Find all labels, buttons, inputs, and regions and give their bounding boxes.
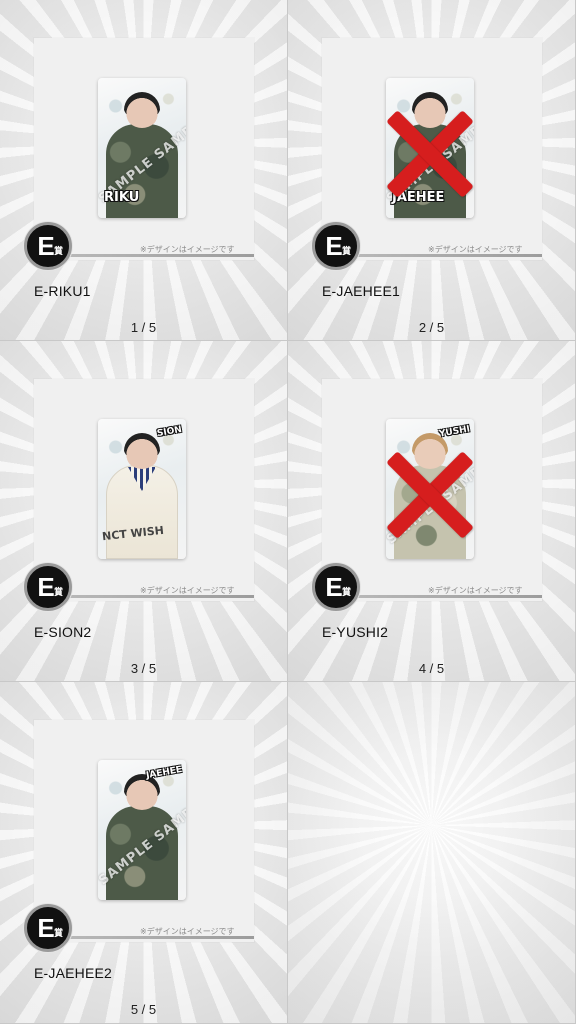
page-indicator: 4 / 5 [418,661,445,676]
member-head [124,433,160,469]
card-panel: SAMPLE SAMPLE RIKU [34,38,254,260]
prize-tile[interactable]: SAMPLE SAMPLE JAEHEE E 賞 ※デザインはイメージです E-… [288,0,576,341]
card-panel: SAMPLE SAMPLE JAEHEE [34,720,254,942]
image-note: ※デザインはイメージです [140,586,235,595]
photo-card: SAMPLE SAMPLE YUSHI [386,419,474,559]
photo-card: SAMPLE SAMPLE RIKU [98,78,186,218]
item-label: E-JAEHEE2 [34,965,113,981]
page-indicator: 3 / 5 [130,661,157,676]
prize-grid: SAMPLE SAMPLE RIKU E 賞 ※デザインはイメージです E-RI… [0,0,576,1024]
badge-kanji: 賞 [53,247,63,257]
image-note: ※デザインはイメージです [428,586,523,595]
image-note: ※デザインはイメージです [140,245,235,254]
image-note: ※デザインはイメージです [428,245,523,254]
page-indicator: 5 / 5 [130,1002,157,1017]
prize-e-badge: E 賞 [24,904,72,952]
image-note: ※デザインはイメージです [140,927,235,936]
prize-e-badge: E 賞 [312,563,360,611]
prize-tile[interactable]: SAMPLE SAMPLE RIKU E 賞 ※デザインはイメージです E-RI… [0,0,288,341]
prize-tile[interactable]: SION NCT WISH E 賞 ※デザインはイメージです E-SION2 3… [0,341,288,682]
item-label: E-RIKU1 [34,283,91,299]
item-label: E-YUSHI2 [322,624,389,640]
badge-kanji: 賞 [341,247,351,257]
photo-card: SAMPLE SAMPLE JAEHEE [98,760,186,900]
prize-tile[interactable]: SAMPLE SAMPLE YUSHI E 賞 ※デザインはイメージです E-Y… [288,341,576,682]
photo-card: SION NCT WISH [98,419,186,559]
badge-letter: E [325,231,343,261]
badge-letter: E [325,572,343,602]
badge-letter: E [37,572,55,602]
badge-letter: E [37,913,55,943]
empty-tile [288,682,576,1024]
prize-e-badge: E 賞 [24,222,72,270]
card-panel: SION NCT WISH [34,379,254,601]
card-panel: SAMPLE SAMPLE JAEHEE [322,38,542,260]
badge-kanji: 賞 [53,929,63,939]
prize-e-badge: E 賞 [24,563,72,611]
item-label: E-SION2 [34,624,92,640]
member-head [124,92,160,128]
prize-e-badge: E 賞 [312,222,360,270]
badge-kanji: 賞 [341,588,351,598]
badge-kanji: 賞 [53,588,63,598]
photo-card: SAMPLE SAMPLE JAEHEE [386,78,474,218]
cross-out-x-icon [386,445,474,545]
page-indicator: 2 / 5 [418,320,445,335]
item-label: E-JAEHEE1 [322,283,401,299]
page-indicator: 1 / 5 [130,320,157,335]
prize-tile[interactable]: SAMPLE SAMPLE JAEHEE E 賞 ※デザインはイメージです E-… [0,682,288,1024]
cross-out-x-icon [386,104,474,204]
card-name-text: RIKU [104,190,140,205]
card-panel: SAMPLE SAMPLE YUSHI [322,379,542,601]
badge-letter: E [37,231,55,261]
